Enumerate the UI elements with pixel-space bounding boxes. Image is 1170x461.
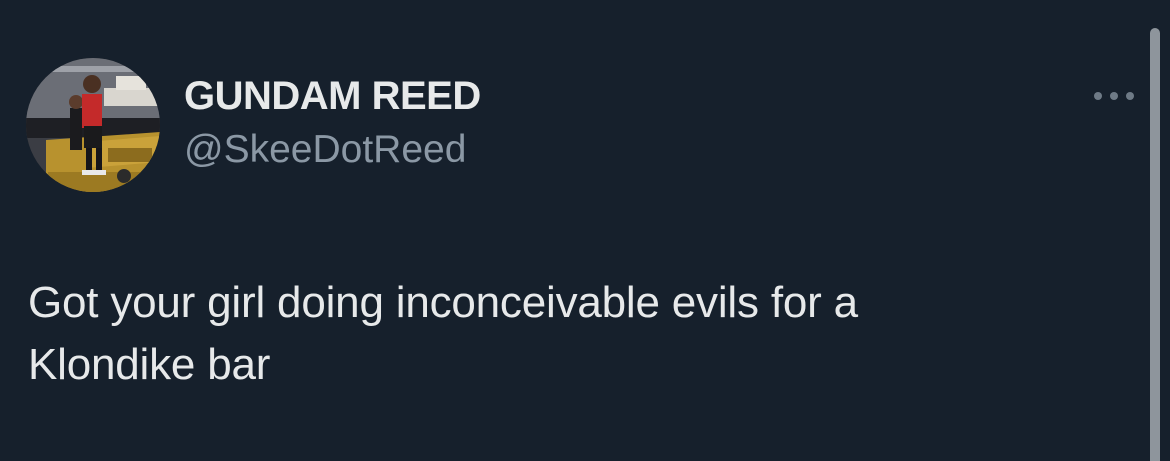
scrollbar[interactable] (1150, 28, 1160, 461)
tweet-text: Got your girl doing inconceivable evils … (28, 272, 1088, 396)
author-display-name[interactable]: GUNDAM REED (184, 74, 481, 119)
more-options-button[interactable] (1090, 84, 1138, 108)
more-horizontal-icon (1094, 92, 1102, 100)
more-horizontal-icon-dot (1126, 92, 1134, 100)
author-avatar[interactable] (26, 58, 160, 192)
author-handle[interactable]: @SkeeDotReed (184, 128, 466, 172)
tweet-text-line: Klondike bar (28, 340, 271, 389)
more-horizontal-icon-dot (1110, 92, 1118, 100)
tweet-card: GUNDAM REED @SkeeDotReed Got your girl d… (0, 0, 1170, 461)
avatar-photo-icon (26, 58, 160, 192)
tweet-text-line: Got your girl doing inconceivable evils … (28, 278, 858, 327)
